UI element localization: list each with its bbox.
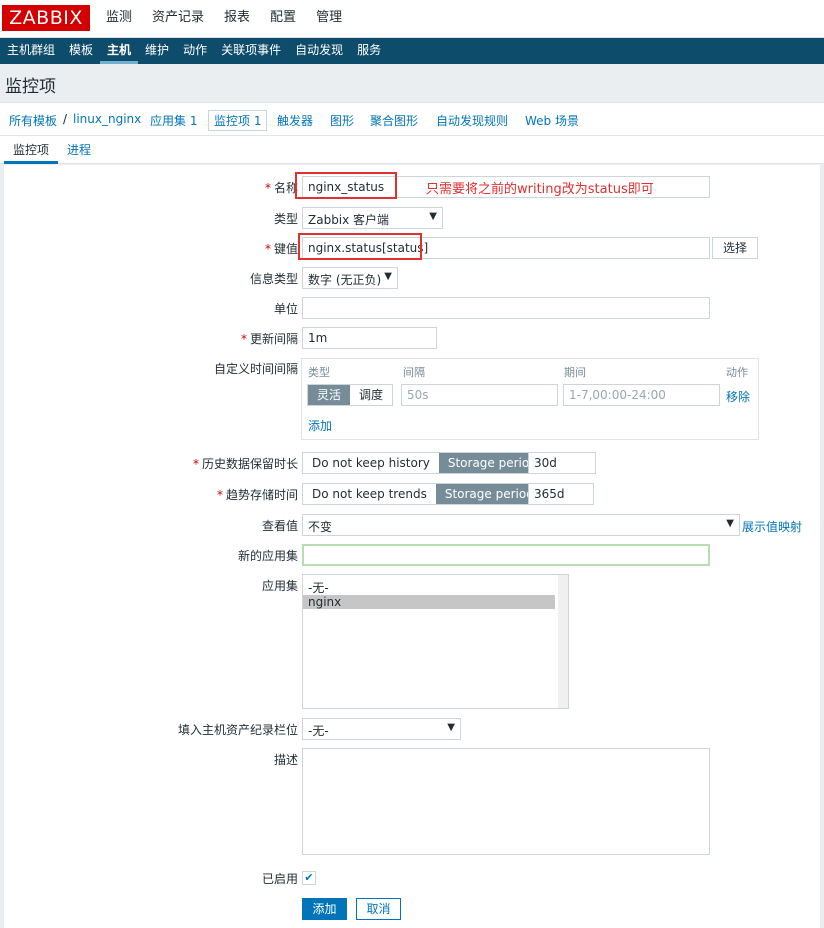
inventory-select[interactable]: -无- ▼ — [302, 718, 461, 740]
new-app-label: 新的应用集 — [237, 549, 298, 563]
enabled-label: 已启用 — [261, 872, 298, 886]
select-key-button[interactable]: 选择 — [712, 237, 758, 259]
name-label: * 名称 — [264, 181, 298, 195]
top-bar: ZABBIX 监测 资产记录 报表 配置 管理 — [0, 0, 824, 38]
trends-input[interactable]: 365d — [528, 483, 594, 505]
interval-label: * 更新间隔 — [240, 332, 298, 346]
apps-option-nginx[interactable]: nginx — [303, 595, 555, 609]
custom-intervals-label: 自定义时间间隔 — [213, 362, 298, 376]
subnav-hosts[interactable]: 主机 — [100, 38, 139, 64]
col-type-header: 类型 — [308, 366, 330, 379]
breadcrumb-applications[interactable]: 应用集 1 — [150, 112, 197, 129]
info-type-label: 信息类型 — [249, 272, 298, 286]
breadcrumb-discovery[interactable]: 自动发现规则 — [436, 112, 508, 129]
tab-preprocessing[interactable]: 进程 — [67, 141, 91, 158]
description-textarea[interactable] — [302, 748, 710, 855]
key-label: * 键值 — [264, 242, 298, 256]
highlight-box-key — [298, 233, 422, 260]
breadcrumb-screens[interactable]: 聚合图形 — [370, 112, 418, 129]
scheduling-option[interactable]: 调度 — [350, 385, 393, 405]
breadcrumb-all-templates[interactable]: 所有模板 — [9, 112, 57, 129]
top-menu-administration[interactable]: 管理 — [306, 0, 352, 38]
subnav-host-groups[interactable]: 主机群组 — [0, 38, 62, 64]
highlight-box-name — [295, 172, 397, 199]
col-period-header: 期间 — [564, 366, 586, 379]
check-icon: ✔ — [304, 871, 314, 884]
col-interval-header: 间隔 — [403, 366, 425, 379]
history-no-keep-option[interactable]: Do not keep history — [303, 453, 439, 473]
col-action-header: 动作 — [726, 366, 748, 379]
trends-mode-toggle: Do not keep trends Storage period — [302, 483, 544, 505]
add-button[interactable]: 添加 — [302, 898, 347, 920]
top-menu-inventory[interactable]: 资产记录 — [142, 0, 214, 38]
enabled-checkbox[interactable]: ✔ — [302, 871, 316, 885]
scrollbar[interactable] — [558, 575, 568, 708]
subnav-maintenance[interactable]: 维护 — [138, 38, 176, 64]
top-menu-configuration[interactable]: 配置 — [260, 0, 306, 38]
type-label: 类型 — [273, 212, 298, 226]
subnav-correlation[interactable]: 关联项事件 — [214, 38, 288, 64]
units-label: 单位 — [273, 302, 298, 316]
type-select[interactable]: Zabbix 客户端 ▼ — [302, 207, 443, 229]
trends-no-keep-option[interactable]: Do not keep trends — [303, 484, 436, 504]
breadcrumb: 所有模板 / linux_nginx 应用集 1 监控项 1 触发器 图形 聚合… — [0, 102, 824, 136]
inventory-label: 填入主机资产纪录栏位 — [177, 723, 298, 737]
active-tab-indicator — [4, 161, 58, 164]
tab-item[interactable]: 监控项 — [13, 141, 49, 158]
history-input[interactable]: 30d — [528, 452, 596, 474]
description-label: 描述 — [273, 753, 298, 767]
form-tabs: 监控项 进程 — [0, 136, 824, 164]
custom-intervals-table: 类型 间隔 期间 动作 灵活 调度 50s 1-7,00:00-24:00 移除… — [301, 358, 759, 440]
flex-period-input[interactable]: 1-7,00:00-24:00 — [563, 384, 720, 406]
zabbix-logo[interactable]: ZABBIX — [2, 5, 90, 31]
chevron-down-icon: ▼ — [429, 211, 437, 222]
subnav-discovery[interactable]: 自动发现 — [288, 38, 350, 64]
breadcrumb-items[interactable]: 监控项 1 — [208, 110, 268, 131]
breadcrumb-graphs[interactable]: 图形 — [330, 112, 354, 129]
flex-interval-input[interactable]: 50s — [401, 384, 558, 406]
breadcrumb-web[interactable]: Web 场景 — [525, 112, 579, 129]
subnav-actions[interactable]: 动作 — [176, 38, 214, 64]
breadcrumb-host[interactable]: linux_nginx — [73, 112, 141, 126]
flexible-option[interactable]: 灵活 — [308, 385, 351, 405]
new-app-input[interactable] — [302, 544, 710, 566]
chevron-down-icon: ▼ — [726, 518, 734, 529]
remove-interval-link[interactable]: 移除 — [726, 388, 750, 405]
breadcrumb-separator: / — [63, 112, 68, 126]
page-header: 监控项 — [0, 64, 824, 100]
info-type-select[interactable]: 数字 (无正负) ▼ — [302, 267, 398, 289]
top-menu-reports[interactable]: 报表 — [214, 0, 260, 38]
breadcrumb-triggers[interactable]: 触发器 — [277, 112, 313, 129]
trends-storage-option[interactable]: Storage period — [435, 484, 543, 504]
apps-option-none[interactable]: -无- — [303, 581, 568, 595]
history-mode-toggle: Do not keep history Storage period — [302, 452, 547, 474]
interval-type-toggle: 灵活 调度 — [307, 384, 394, 406]
sub-nav: 主机群组 模板 主机 维护 动作 关联项事件 自动发现 服务 — [0, 38, 824, 64]
chevron-down-icon: ▼ — [447, 722, 455, 733]
apps-listbox[interactable]: -无- nginx — [302, 574, 569, 709]
subnav-services[interactable]: 服务 — [350, 38, 388, 64]
units-input[interactable] — [302, 297, 710, 319]
subnav-templates[interactable]: 模板 — [62, 38, 100, 64]
value-mapping-link[interactable]: 展示值映射 — [742, 518, 802, 535]
show-value-label: 查看值 — [261, 519, 298, 533]
top-menu: 监测 资产记录 报表 配置 管理 — [96, 0, 352, 38]
show-value-select[interactable]: 不变 ▼ — [302, 514, 740, 536]
trends-label: * 趋势存储时间 — [216, 488, 298, 502]
apps-label: 应用集 — [261, 579, 298, 593]
history-label: * 历史数据保留时长 — [192, 457, 298, 471]
item-form: * 名称 nginx_status 只需要将之前的writing改为status即… — [4, 165, 820, 928]
top-menu-monitoring[interactable]: 监测 — [96, 0, 142, 38]
cancel-button[interactable]: 取消 — [356, 898, 401, 920]
annotation-text: 只需要将之前的writing改为status即可 — [426, 182, 654, 197]
page-title: 监控项 — [5, 77, 56, 97]
interval-input[interactable]: 1m — [302, 327, 437, 349]
chevron-down-icon: ▼ — [384, 271, 392, 282]
add-interval-link[interactable]: 添加 — [308, 417, 332, 434]
